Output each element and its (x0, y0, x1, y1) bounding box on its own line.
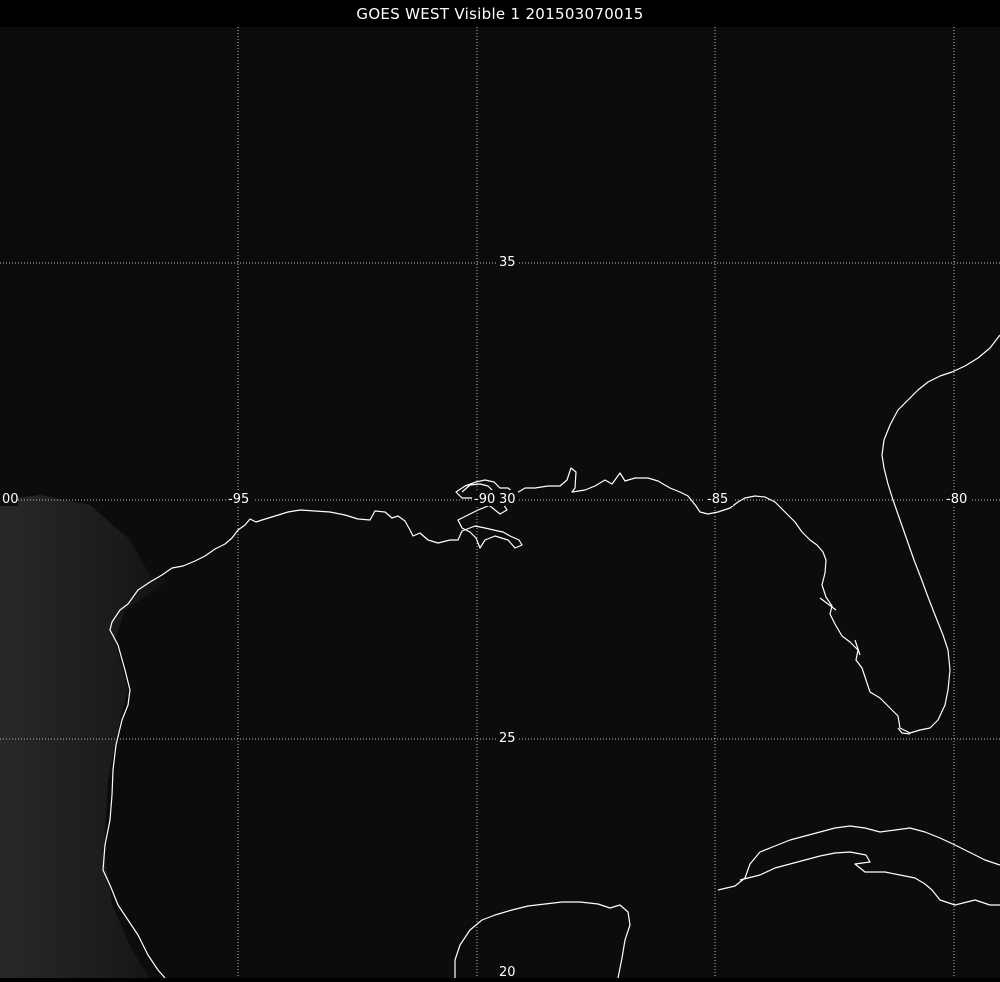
lat-label-20: 20 (499, 965, 516, 978)
map-frame: 00 -95 -90 30 -85 -80 35 25 20 (0, 27, 1000, 980)
lon-label-80: -80 (946, 492, 967, 507)
satellite-viewer: GOES WEST Visible 1 201503070015 00 -95 … (0, 0, 1000, 980)
lat-label-30: 30 (499, 492, 516, 507)
lat-label-35: 35 (499, 255, 516, 270)
lon-label-90: -90 (474, 492, 495, 507)
lon-label-85: -85 (707, 492, 728, 507)
lon-label-left-edge: 00 (2, 492, 19, 507)
satellite-map: 00 -95 -90 30 -85 -80 35 25 20 (0, 27, 1000, 980)
lat-label-25: 25 (499, 731, 516, 746)
lon-label-95: -95 (228, 492, 249, 507)
image-title: GOES WEST Visible 1 201503070015 (0, 0, 1000, 27)
